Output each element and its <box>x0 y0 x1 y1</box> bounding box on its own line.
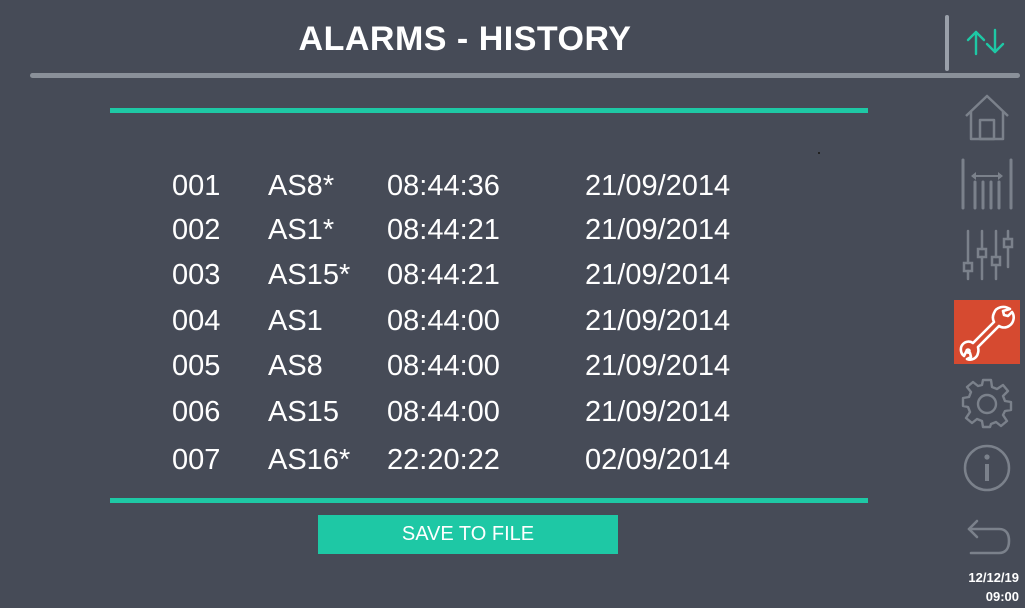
alarm-code: AS15 <box>268 396 339 428</box>
sidebar-item-info[interactable] <box>955 441 1019 495</box>
list-item: 006 AS15 08:44:00 21/09/2014 <box>0 392 900 432</box>
alarm-date: 21/09/2014 <box>585 350 731 382</box>
alarm-date: 21/09/2014 <box>585 214 731 246</box>
sidebar-item-back[interactable] <box>955 512 1019 566</box>
page-title: ALARMS - HISTORY <box>298 20 632 58</box>
alarm-number: 002 <box>172 214 221 246</box>
alarm-time: 08:44:36 <box>387 170 500 202</box>
status-datetime: 12/12/19 09:00 <box>955 568 1025 606</box>
status-time: 09:00 <box>985 589 1019 604</box>
gear-icon <box>961 378 1013 429</box>
sidebar-item-home[interactable] <box>955 90 1019 144</box>
sidebar-item-service[interactable] <box>954 300 1020 364</box>
list-item: 004 AS1 08:44:00 21/09/2014 <box>0 301 900 341</box>
alarm-time: 08:44:00 <box>387 305 500 337</box>
alarm-code: AS15* <box>268 259 351 291</box>
scroll-arrows-icon <box>966 28 1005 56</box>
alarm-time: 08:44:21 <box>387 214 500 246</box>
list-item: 001 AS8* 08:44:36 21/09/2014 <box>0 166 900 206</box>
sidebar-item-adjustments[interactable] <box>955 228 1019 282</box>
alarm-number: 003 <box>172 259 221 291</box>
alarm-code: AS1 <box>268 305 323 337</box>
sliders-icon <box>962 229 1014 281</box>
alarm-date: 21/09/2014 <box>585 259 731 291</box>
alarm-date: 02/09/2014 <box>585 444 731 476</box>
list-item: 002 AS1* 08:44:21 21/09/2014 <box>0 210 900 250</box>
list-item: 005 AS8 08:44:00 21/09/2014 <box>0 346 900 386</box>
alarm-date: 21/09/2014 <box>585 170 731 202</box>
alarm-code: AS8 <box>268 350 323 382</box>
wrench-icon <box>959 305 1015 361</box>
alarm-date: 21/09/2014 <box>585 305 731 337</box>
alarm-time: 08:44:00 <box>387 396 500 428</box>
alarm-number: 001 <box>172 170 221 202</box>
alarm-number: 007 <box>172 444 221 476</box>
back-arrow-icon <box>967 519 1011 555</box>
alarm-number: 004 <box>172 305 221 337</box>
info-icon <box>963 444 1011 492</box>
sidebar-item-levels[interactable] <box>955 157 1019 211</box>
alarm-time: 08:44:21 <box>387 259 500 291</box>
home-icon <box>965 94 1009 141</box>
status-date: 12/12/19 <box>968 570 1019 585</box>
sidebar-divider <box>945 15 949 71</box>
alarm-number: 005 <box>172 350 221 382</box>
list-bottom-divider <box>110 498 868 503</box>
alarm-date: 21/09/2014 <box>585 396 731 428</box>
alarm-code: AS1* <box>268 214 335 246</box>
save-to-file-button[interactable]: SAVE TO FILE <box>318 515 618 554</box>
alarm-code: AS16* <box>268 444 351 476</box>
header-divider <box>30 73 1020 78</box>
list-top-divider <box>110 108 868 113</box>
sidebar-item-settings[interactable] <box>955 376 1019 430</box>
alarm-code: AS8* <box>268 170 335 202</box>
list-item: 007 AS16* 22:20:22 02/09/2014 <box>0 440 900 480</box>
list-item: 003 AS15* 08:44:21 21/09/2014 <box>0 255 900 295</box>
screen-speck <box>818 152 820 154</box>
alarm-time: 22:20:22 <box>387 444 500 476</box>
alarm-number: 006 <box>172 396 221 428</box>
alarm-time: 08:44:00 <box>387 350 500 382</box>
scroll-arrows-button[interactable] <box>953 22 1019 62</box>
gauge-levels-icon <box>961 158 1013 210</box>
